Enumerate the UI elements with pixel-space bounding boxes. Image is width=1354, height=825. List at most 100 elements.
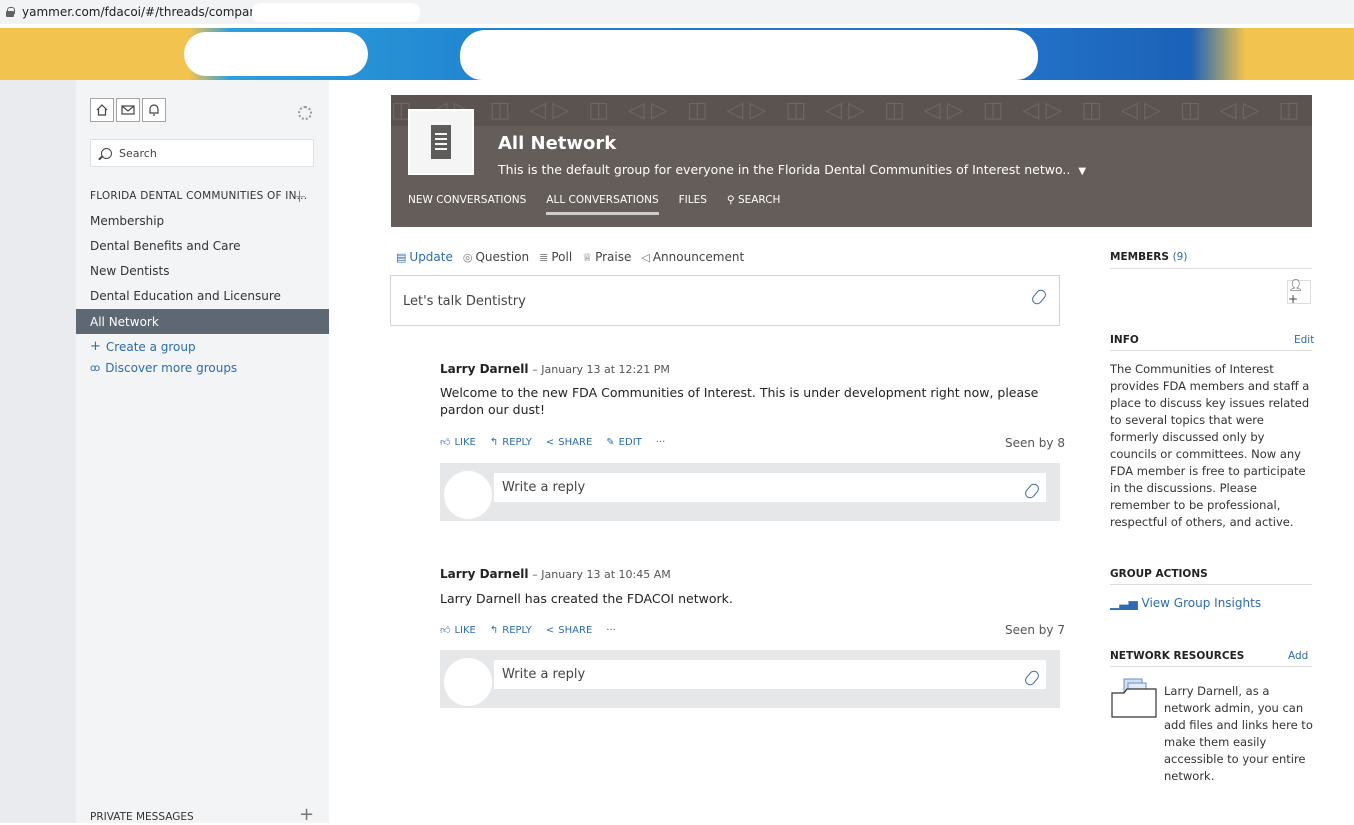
inbox-icon[interactable]	[116, 98, 140, 122]
share-label: SHARE	[558, 436, 593, 448]
notifications-bell-icon[interactable]	[142, 98, 166, 122]
post-actions: 👍︎ LIKE ↰ REPLY < SHARE ✎ EDIT ···	[440, 436, 679, 449]
resources-add-link[interactable]: Add	[1288, 650, 1308, 662]
post-header: Larry Darnell – January 13 at 12:21 PM	[440, 362, 670, 376]
chevron-down-icon[interactable]: ▼	[1078, 166, 1086, 177]
address-bar[interactable]: yammer.com/fdacoi/#/threads/company	[0, 0, 1354, 24]
publisher-tab-praise[interactable]: ♕ Praise	[582, 250, 631, 264]
post-header: Larry Darnell – January 13 at 10:45 AM	[440, 567, 671, 581]
megaphone-icon: ◁	[641, 250, 650, 264]
poll-icon: ≣	[539, 250, 549, 264]
publisher-tab-label: Announcement	[652, 250, 745, 264]
share-icon: <	[545, 436, 555, 448]
divider	[1110, 268, 1312, 269]
view-group-insights-link[interactable]: ▁▃▅ View Group Insights	[1110, 596, 1261, 610]
search-placeholder: Search	[119, 146, 157, 160]
plus-icon: +	[90, 339, 101, 354]
post-timestamp[interactable]: – January 13 at 12:21 PM	[532, 363, 670, 376]
tab-files[interactable]: FILES	[679, 194, 707, 215]
view-insights-label: View Group Insights	[1141, 596, 1262, 610]
tab-all-conversations[interactable]: ALL CONVERSATIONS	[546, 194, 659, 215]
bar-chart-icon: ▁▃▅	[1110, 596, 1138, 610]
reply-button[interactable]: ↰ REPLY	[490, 436, 532, 448]
add-member-icon[interactable]: 👤︎+	[1287, 278, 1311, 306]
reply-label: REPLY	[502, 436, 532, 448]
reply-label: REPLY	[502, 624, 532, 636]
more-options-button[interactable]: ···	[606, 624, 616, 636]
reply-box: Write a reply	[440, 463, 1060, 521]
discover-groups-label: Discover more groups	[105, 361, 238, 375]
post-actions: 👍︎ LIKE ↰ REPLY < SHARE ···	[440, 624, 630, 637]
members-count[interactable]: (9)	[1173, 251, 1188, 263]
reply-input[interactable]: Write a reply	[494, 660, 1046, 689]
group-header: ◫ ◁▷ ◫ ◁▷ ◫ ◁▷ ◫ ◁▷ ◫ ◁▷ ◫ ◁▷ ◫ ◁▷ ◫ ◁▷ …	[391, 95, 1312, 227]
thumbs-up-icon: 👍︎	[440, 625, 451, 636]
info-title: INFO	[1110, 334, 1139, 346]
folder-icon	[1111, 678, 1157, 718]
more-options-button[interactable]: ···	[656, 436, 666, 448]
reply-arrow-icon: ↰	[489, 436, 499, 448]
avatar	[444, 658, 492, 706]
group-actions-title: GROUP ACTIONS	[1110, 568, 1208, 580]
group-description[interactable]: This is the default group for everyone i…	[498, 162, 1086, 177]
network-section-title[interactable]: FLORIDA DENTAL COMMUNITIES OF IN...	[90, 190, 307, 202]
tab-search-label: SEARCH	[737, 194, 781, 206]
tab-new-conversations[interactable]: NEW CONVERSATIONS	[408, 194, 526, 215]
publisher-tab-announcement[interactable]: ◁ Announcement	[641, 250, 744, 264]
private-messages-title[interactable]: PRIVATE MESSAGES	[90, 811, 194, 823]
settings-gear-icon[interactable]	[298, 106, 312, 120]
divider	[1110, 584, 1312, 585]
group-name: All Network	[498, 133, 617, 154]
info-edit-link[interactable]: Edit	[1294, 334, 1314, 346]
discover-groups-link[interactable]: ꝏ Discover more groups	[90, 361, 237, 375]
publisher-tab-poll[interactable]: ≣ Poll	[539, 250, 572, 264]
publisher-tabs: ▤ Update ◎ Question ≣ Poll ♕ Praise ◁ An…	[396, 250, 754, 264]
group-info-text: The Communities of Interest provides FDA…	[1110, 362, 1310, 529]
edit-button[interactable]: ✎ EDIT	[606, 436, 641, 448]
like-label: LIKE	[454, 624, 476, 636]
sidebar-item-all-network[interactable]: All Network	[76, 309, 329, 334]
trophy-icon: ♕	[582, 250, 593, 264]
sidebar-item-dental-benefits[interactable]: Dental Benefits and Care	[76, 233, 329, 258]
share-label: SHARE	[558, 624, 593, 636]
home-icon[interactable]	[90, 98, 114, 122]
seen-by-count[interactable]: Seen by 7	[1005, 623, 1065, 637]
share-button[interactable]: < SHARE	[546, 624, 592, 636]
create-group-link[interactable]: + Create a group	[90, 339, 196, 354]
post-author[interactable]: Larry Darnell	[440, 567, 528, 581]
post-body: Larry Darnell has created the FDACOI net…	[440, 591, 733, 606]
like-button[interactable]: 👍︎ LIKE	[440, 624, 476, 637]
publisher-tab-label: Poll	[551, 250, 573, 264]
create-group-label: Create a group	[105, 339, 196, 354]
sidebar-item-membership[interactable]: Membership	[76, 208, 329, 233]
reply-button[interactable]: ↰ REPLY	[490, 624, 532, 636]
members-title[interactable]: MEMBERS (9)	[1110, 251, 1187, 263]
tab-search[interactable]: ⚲ SEARCH	[727, 194, 781, 215]
seen-by-count[interactable]: Seen by 8	[1005, 436, 1065, 450]
publisher-tab-label: Question	[475, 250, 530, 264]
reply-arrow-icon: ↰	[489, 624, 499, 636]
redaction	[460, 30, 1038, 80]
sidebar: Search FLORIDA DENTAL COMMUNITIES OF IN.…	[76, 80, 329, 825]
post-body: Welcome to the new FDA Communities of In…	[440, 385, 1039, 417]
publisher-tab-update[interactable]: ▤ Update	[396, 250, 453, 264]
building-icon	[431, 125, 451, 159]
redaction	[184, 32, 368, 76]
network-resources-text: Larry Darnell, as a network admin, you c…	[1164, 684, 1313, 783]
post-author[interactable]: Larry Darnell	[440, 362, 528, 376]
reply-input[interactable]: Write a reply	[494, 473, 1046, 502]
search-input[interactable]: Search	[90, 139, 314, 167]
message-composer[interactable]: Let's talk Dentistry	[390, 275, 1060, 326]
url-text[interactable]: yammer.com/fdacoi/#/threads/company	[22, 5, 264, 19]
new-message-plus-icon[interactable]: +	[299, 804, 314, 825]
add-group-plus-icon[interactable]: +	[292, 186, 307, 207]
question-icon: ◎	[462, 250, 473, 264]
share-button[interactable]: < SHARE	[546, 436, 592, 448]
like-button[interactable]: 👍︎ LIKE	[440, 436, 476, 449]
sidebar-item-dental-education[interactable]: Dental Education and Licensure	[76, 283, 329, 308]
update-icon: ▤	[396, 250, 407, 264]
sidebar-item-new-dentists[interactable]: New Dentists	[76, 258, 329, 283]
post-timestamp[interactable]: – January 13 at 10:45 AM	[532, 568, 670, 581]
divider	[1110, 666, 1312, 667]
publisher-tab-question[interactable]: ◎ Question	[463, 250, 529, 264]
